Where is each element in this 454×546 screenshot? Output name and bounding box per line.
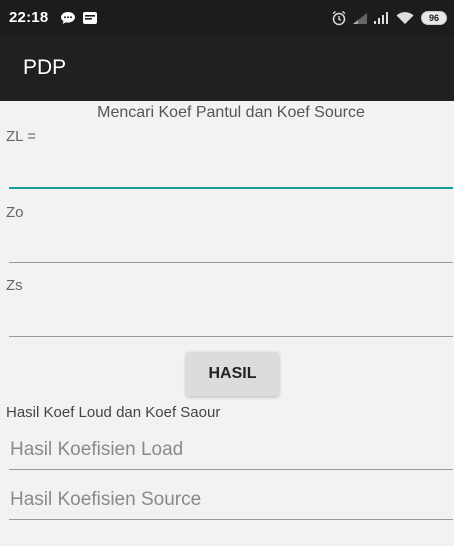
form-content: Mencari Koef Pantul dan Koef Source ZL =… (0, 101, 454, 546)
status-bar: 22:18 96 (0, 0, 454, 36)
signal-low-icon (352, 12, 368, 30)
source-result-field[interactable] (9, 480, 453, 520)
notification-icon (82, 10, 98, 31)
app-title: PDP (23, 56, 67, 79)
app-bar: PDP (0, 36, 454, 101)
zs-input[interactable] (9, 297, 453, 337)
result-caption: Hasil Koef Loud dan Koef Saour (6, 404, 221, 421)
chat-bubble-icon (60, 11, 76, 30)
status-time: 22:18 (9, 9, 49, 26)
zl-label: ZL = (6, 128, 36, 145)
zl-input[interactable] (9, 149, 453, 189)
zo-input[interactable] (9, 223, 453, 263)
zs-label: Zs (6, 277, 23, 294)
battery-icon: 96 (421, 11, 447, 25)
form-heading: Mencari Koef Pantul dan Koef Source (97, 104, 365, 121)
load-result-field[interactable] (9, 430, 453, 470)
signal-icon (373, 12, 389, 30)
hasil-button[interactable]: HASIL (186, 352, 279, 396)
wifi-icon (396, 11, 414, 30)
alarm-icon (331, 10, 347, 31)
zo-label: Zo (6, 204, 24, 221)
